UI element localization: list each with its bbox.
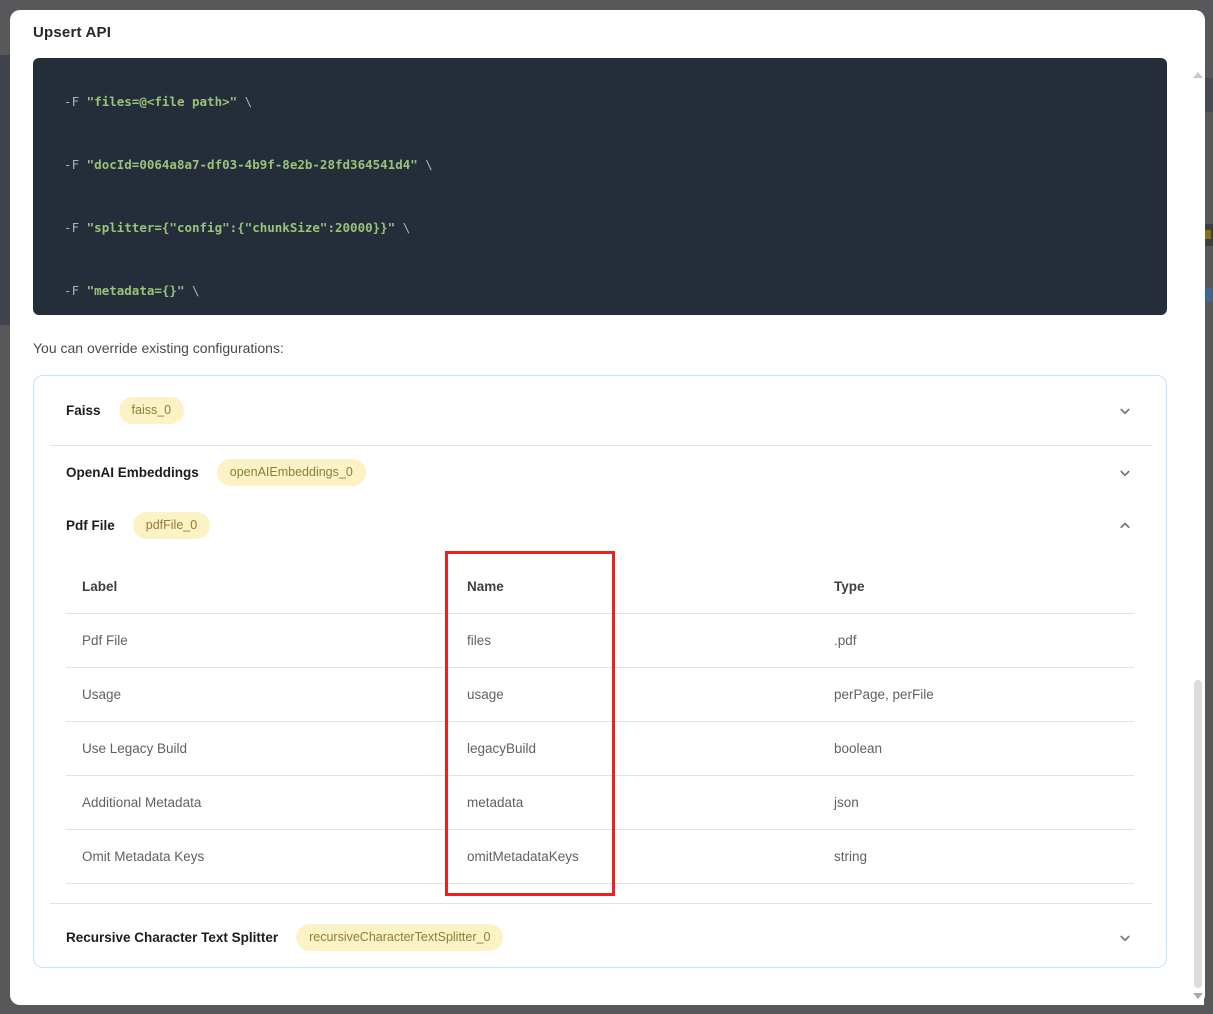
scrollbar-thumb[interactable] xyxy=(1194,680,1202,988)
background-fragment-left-codeblock xyxy=(0,55,10,325)
chevron-down-icon xyxy=(1120,408,1130,414)
column-header-name: Name xyxy=(467,579,504,594)
chevron-up-icon xyxy=(1120,522,1130,529)
param-type: .pdf xyxy=(834,633,857,648)
table-row: Omit Metadata Keys omitMetadataKeys stri… xyxy=(66,830,1134,884)
background-fragment-right-dot-orange xyxy=(1205,230,1211,239)
node-id-badge: faiss_0 xyxy=(118,397,185,424)
param-label: Pdf File xyxy=(82,633,128,648)
accordion-item-recursive-character-text-splitter[interactable]: Recursive Character Text Splitter recurs… xyxy=(50,904,1150,971)
accordion-label: Pdf File xyxy=(66,517,115,533)
column-header-type: Type xyxy=(834,579,865,594)
param-type: json xyxy=(834,795,859,810)
param-name: metadata xyxy=(467,795,524,810)
param-type: string xyxy=(834,849,868,864)
param-type: perPage, perFile xyxy=(834,687,934,702)
code-line: -F "splitter={"config":{"chunkSize":2000… xyxy=(49,220,411,235)
code-line: -F "metadata={}" \ xyxy=(49,283,200,298)
page-background: { "window": { "title": "Upsert API" }, "… xyxy=(0,0,1213,1014)
override-config-text: You can override existing configurations… xyxy=(33,340,284,356)
background-fragment-right-link xyxy=(1205,288,1212,302)
table-row: Usage usage perPage, perFile xyxy=(66,668,1134,722)
param-label: Use Legacy Build xyxy=(82,741,188,756)
table-row: Pdf File files .pdf xyxy=(66,614,1134,668)
param-name: files xyxy=(467,633,492,648)
scrollbar-down-arrow-icon[interactable] xyxy=(1193,993,1203,999)
curl-code-block: -F "files=@<file path>" \ -F "docId=0064… xyxy=(33,58,1167,315)
background-fragment-right-dark xyxy=(1205,78,1213,112)
param-type: boolean xyxy=(834,741,883,756)
pdf-file-params-table: Label Name Type Pdf File files .pdf Usag… xyxy=(66,560,1134,884)
param-name: omitMetadataKeys xyxy=(467,849,579,864)
table-row: Use Legacy Build legacyBuild boolean xyxy=(66,722,1134,776)
table-header-row: Label Name Type xyxy=(66,560,1134,614)
chevron-down-icon xyxy=(1120,470,1130,476)
param-label: Omit Metadata Keys xyxy=(82,849,205,864)
accordion-item-faiss[interactable]: Faiss faiss_0 xyxy=(50,376,1150,445)
chevron-down-icon xyxy=(1120,935,1130,941)
accordion-item-pdf-file[interactable]: Pdf File pdfFile_0 xyxy=(50,499,1150,551)
code-line: -F "files=@<file path>" \ xyxy=(49,94,253,109)
param-label: Usage xyxy=(82,687,122,702)
node-id-badge: openAIEmbeddings_0 xyxy=(216,459,366,486)
table-row: Additional Metadata metadata json xyxy=(66,776,1134,830)
column-header-label: Label xyxy=(82,579,118,594)
param-label: Additional Metadata xyxy=(82,795,202,810)
accordion-item-openai-embeddings[interactable]: OpenAI Embeddings openAIEmbeddings_0 xyxy=(50,446,1150,499)
accordion-label: Recursive Character Text Splitter xyxy=(66,930,279,945)
param-name: usage xyxy=(467,687,504,702)
accordion-label: Faiss xyxy=(66,403,101,418)
modal-scrollbar[interactable] xyxy=(1192,60,1204,1005)
node-config-card: Faiss faiss_0 OpenAI Embeddings openAIEm… xyxy=(33,375,1167,968)
node-id-badge: pdfFile_0 xyxy=(132,511,211,539)
node-id-badge: recursiveCharacterTextSplitter_0 xyxy=(296,924,504,951)
accordion-label: OpenAI Embeddings xyxy=(66,465,199,480)
dialog-title: Upsert API xyxy=(33,24,112,41)
curl-code-content: -F "files=@<file path>" \ -F "docId=0064… xyxy=(33,58,1167,315)
code-line: -F "docId=0064a8a7-df03-4b9f-8e2b-28fd36… xyxy=(49,157,433,172)
upsert-api-dialog: Upsert API -F "files=@<file path>" \ -F … xyxy=(10,10,1205,1005)
param-name: legacyBuild xyxy=(467,741,537,756)
scrollbar-up-arrow-icon[interactable] xyxy=(1193,72,1203,78)
